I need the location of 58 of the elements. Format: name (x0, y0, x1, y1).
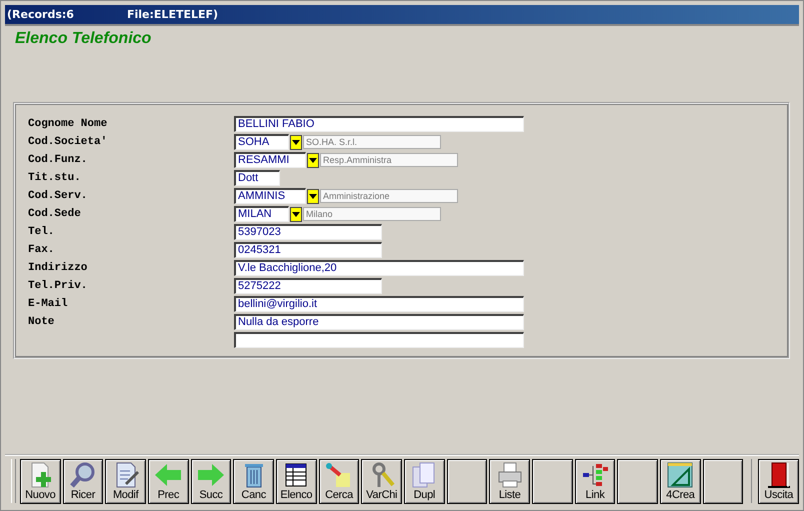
field-label: Tel. (28, 226, 56, 238)
input-field[interactable]: V.le Bacchiglione,20 (234, 260, 524, 276)
code-field[interactable]: AMMINIS (234, 188, 306, 204)
toolbar-button[interactable] (532, 458, 573, 504)
description-field: Amministrazione (320, 189, 458, 203)
toolbar-button[interactable]: 4Crea (660, 458, 701, 504)
toolbar-button[interactable] (446, 458, 488, 504)
description-field: Milano (303, 207, 441, 221)
toolbar-button[interactable]: VarChi (361, 458, 402, 504)
field-label: Note (28, 316, 56, 328)
code-field[interactable]: SOHA (234, 134, 289, 150)
toolbar-button[interactable] (617, 458, 658, 504)
field-label: Cod.Sede (28, 208, 82, 220)
toolbar-button[interactable]: Uscita (758, 458, 800, 504)
dropdown-button[interactable] (290, 206, 302, 222)
toolbar-button[interactable]: Ricer (62, 458, 104, 504)
caret-icon (292, 140, 300, 144)
caret-icon (292, 212, 300, 216)
caret-icon (309, 194, 317, 198)
file-name: File:ELETELEF) (127, 8, 218, 21)
description-field: SO.HA. S.r.l. (303, 135, 441, 149)
description-field: Resp.Amministra (320, 153, 458, 167)
toolbar-button[interactable]: Link (574, 458, 616, 504)
toolbar-button[interactable]: Modif (105, 458, 146, 504)
input-field[interactable]: Nulla da esporre (234, 314, 524, 330)
field-label: Indirizzo (28, 262, 88, 274)
field-label: Tit.stu. (28, 172, 82, 184)
form-heading: Elenco Telefonico (15, 30, 152, 48)
toolbar-button[interactable]: Prec (148, 458, 189, 504)
toolbar-button[interactable]: Liste (489, 458, 530, 504)
code-field[interactable]: RESAMMI (234, 152, 306, 168)
field-label: Cod.Serv. (28, 190, 88, 202)
field-label: Fax. (28, 244, 56, 256)
input-field[interactable]: 0245321 (234, 242, 382, 258)
input-field[interactable]: BELLINI FABIO (234, 116, 524, 132)
records-count: (Records:6 (6, 8, 75, 21)
field-label: Cod.Societa' (28, 136, 108, 148)
field-label: Cognome Nome (28, 118, 108, 130)
field-label: Tel.Priv. (28, 280, 88, 292)
dropdown-button[interactable] (307, 188, 319, 204)
dropdown-button[interactable] (290, 134, 302, 150)
toolbar-button[interactable]: Cerca (318, 458, 360, 504)
input-field[interactable]: bellini@virgilio.it (234, 296, 524, 312)
input-field[interactable]: 5275222 (234, 278, 382, 294)
caret-icon (309, 158, 317, 162)
input-field[interactable] (234, 332, 524, 348)
toolbar-button[interactable]: Elenco (276, 458, 317, 504)
toolbar-button[interactable]: Nuovo (20, 458, 61, 504)
toolbar-button[interactable]: Succ (190, 458, 232, 504)
toolbar-button[interactable] (702, 458, 744, 504)
field-label: E-Mail (28, 298, 69, 310)
toolbar-button[interactable]: Canc (233, 458, 274, 504)
toolbar-button[interactable]: Dupl (404, 458, 445, 504)
input-field[interactable]: 5397023 (234, 224, 382, 240)
input-field[interactable]: Dott (234, 170, 280, 186)
code-field[interactable]: MILAN (234, 206, 289, 222)
field-label: Cod.Funz. (28, 154, 88, 166)
dropdown-button[interactable] (307, 152, 319, 168)
